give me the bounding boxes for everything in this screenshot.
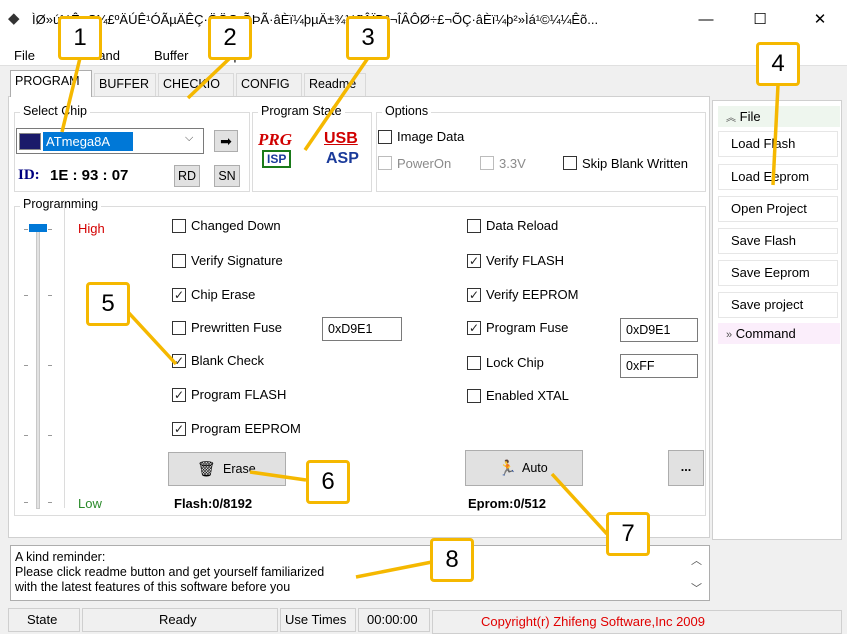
callout-2: 2 (208, 16, 252, 60)
callout-line-3 (303, 57, 370, 151)
callout-1: 1 (58, 16, 102, 60)
callout-8: 8 (430, 538, 474, 582)
callout-line-2 (186, 56, 232, 100)
callout-line-6 (249, 470, 307, 482)
callout-line-1 (60, 57, 82, 133)
callout-line-4 (771, 84, 780, 186)
callout-line-8 (355, 560, 433, 579)
callout-5: 5 (86, 282, 130, 326)
callout-6: 6 (306, 460, 350, 504)
callout-7: 7 (606, 512, 650, 556)
callout-line-7 (550, 472, 609, 536)
callout-4: 4 (756, 42, 800, 86)
callout-3: 3 (346, 16, 390, 60)
callout-line-5 (126, 310, 178, 366)
